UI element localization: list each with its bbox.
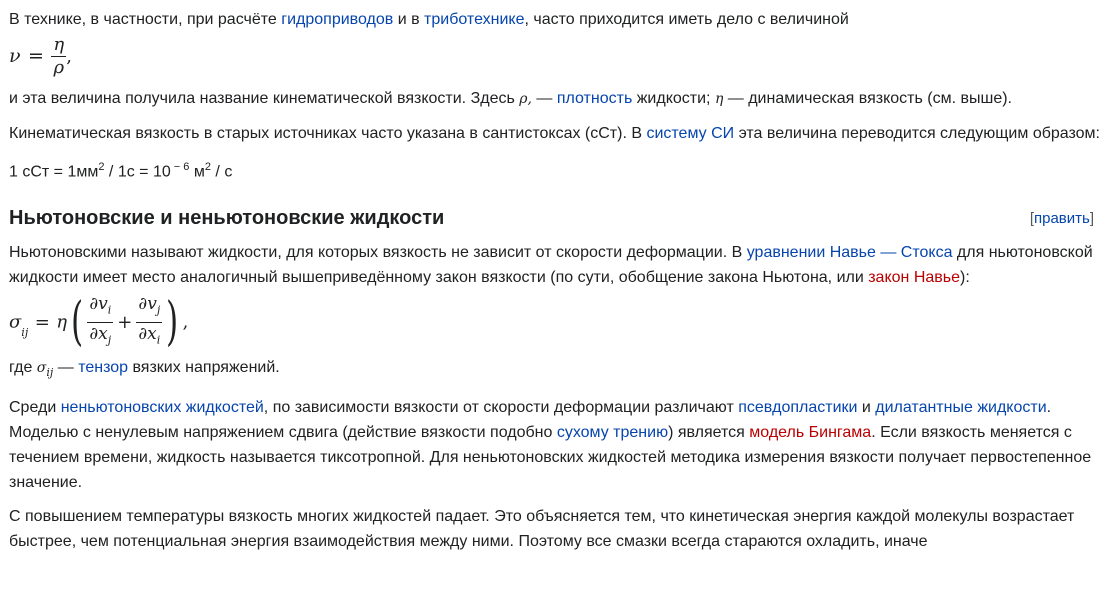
formula-fraction-2: ∂vj ∂xi: [136, 293, 163, 351]
formula-stress-tensor: σij = η( ∂vi ∂xj + ∂vj ∂xi ),: [9, 293, 1104, 353]
text: Ньютоновскими называют жидкости, для кот…: [9, 244, 747, 262]
numerator-sub: i: [107, 303, 112, 317]
link-tensor[interactable]: тензор: [78, 359, 128, 376]
text: эта величина переводится следующим образ…: [734, 125, 1100, 142]
fraction-numerator: η: [53, 34, 65, 55]
link-bingham-model[interactable]: модель Бингама: [749, 424, 871, 441]
edit-bracket-close: ]: [1089, 210, 1094, 228]
formula-equals: =: [34, 311, 50, 333]
article-content: В технике, в частности, при расчёте гидр…: [0, 0, 1113, 554]
text: / 1c = 10: [104, 163, 171, 181]
link-hydraulic-drives[interactable]: гидроприводов: [281, 11, 393, 28]
edit-link[interactable]: править: [1034, 210, 1090, 227]
numerator-text: ∂v: [89, 294, 108, 315]
paragraph-newtonian: Ньютоновскими называют жидкости, для кот…: [9, 240, 1104, 290]
fraction-numerator: ∂vj: [136, 293, 162, 321]
link-density[interactable]: плотность: [557, 90, 632, 107]
text: Кинематическая вязкость в старых источни…: [9, 125, 647, 142]
section-heading: Ньютоновские и неньютоновские жидкости […: [9, 204, 1104, 244]
paragraph-intro: В технике, в частности, при расчёте гидр…: [9, 0, 1104, 32]
paragraph-tensor: где σij — тензор вязких напряжений.: [9, 355, 1104, 385]
formula-right-paren: ): [166, 292, 179, 353]
text: жидкости;: [632, 90, 715, 107]
fraction-numerator: ∂vi: [87, 293, 113, 321]
link-non-newtonian-fluids[interactable]: неньютоновских жидкостей: [61, 399, 264, 416]
text: / c: [210, 163, 233, 181]
section-title: Ньютоновские и неньютоновские жидкости: [9, 207, 445, 230]
text: м: [189, 163, 205, 181]
denominator-sub: j: [107, 333, 112, 347]
formula-kinematic-viscosity: ν = η ρ ,: [9, 34, 1104, 82]
formula-fraction: η ρ: [51, 34, 67, 79]
denominator-sub: i: [156, 333, 161, 347]
link-navier-stokes[interactable]: уравнении Навье — Стокса: [747, 244, 953, 261]
text: Среди: [9, 398, 61, 416]
text: где: [9, 359, 37, 377]
paragraph-temperature: С повышением температуры вязкость многих…: [9, 504, 1104, 554]
fraction-denominator: ∂xi: [136, 323, 162, 351]
text: —: [53, 359, 79, 377]
text: , по зависимости вязкости от скорости де…: [263, 398, 739, 416]
text: —: [531, 90, 557, 107]
paragraph-non-newtonian: Среди неньютоновских жидкостей, по завис…: [9, 395, 1104, 495]
link-navier-law[interactable]: закон Навье: [868, 269, 960, 286]
text: и эта величина получила название кинемат…: [9, 90, 520, 107]
text: ) является: [668, 423, 750, 441]
formula-equals: =: [28, 45, 44, 67]
text: 1 сСт = 1мм: [9, 163, 99, 181]
math-sigma: σ: [36, 360, 47, 377]
superscript: − 6: [170, 161, 190, 173]
paragraph-centistokes: Кинематическая вязкость в старых источни…: [9, 121, 1104, 146]
formula-nu: ν: [9, 45, 21, 67]
formula-plus: +: [117, 311, 133, 333]
formula-left-paren: (: [71, 292, 84, 353]
text: В технике, в частности, при расчёте: [9, 11, 282, 28]
fraction-denominator: ρ: [53, 57, 65, 78]
text: — динамическая вязкость (см. выше).: [723, 90, 1012, 107]
formula-comma: ,: [182, 311, 189, 333]
math-rho: ρ,: [519, 91, 532, 107]
numerator-sub: j: [156, 303, 161, 317]
text: , часто приходится иметь дело с величино…: [524, 11, 849, 28]
formula-fraction-1: ∂vi ∂xj: [87, 293, 114, 351]
numerator-text: ∂v: [138, 294, 157, 315]
formula-sigma: σ: [9, 311, 22, 333]
text: вязких напряжений.: [128, 359, 280, 377]
denominator-text: ∂x: [89, 323, 108, 344]
text: и в: [393, 11, 425, 28]
section-edit: [править]: [1030, 206, 1094, 231]
link-dilatant-fluids[interactable]: дилатантные жидкости: [875, 399, 1046, 416]
paragraph-conversion: 1 сСт = 1мм2 / 1c = 10 − 6 м2 / c: [9, 155, 1104, 184]
text: С повышением температуры вязкость многих…: [9, 507, 1075, 550]
link-tribotechnics[interactable]: триботехнике: [424, 11, 524, 28]
formula-comma: ,: [66, 46, 72, 67]
link-pseudoplastics[interactable]: псевдопластики: [738, 399, 857, 416]
formula-sigma-sub: ij: [21, 326, 29, 340]
denominator-text: ∂x: [138, 323, 157, 344]
link-si-system[interactable]: систему СИ: [646, 125, 734, 142]
formula-eta: η: [56, 311, 68, 333]
fraction-denominator: ∂xj: [87, 323, 113, 351]
text: и: [857, 398, 876, 416]
link-dry-friction[interactable]: сухому трению: [557, 424, 668, 441]
paragraph-kinematic-definition: и эта величина получила название кинемат…: [9, 86, 1104, 112]
text: ):: [960, 269, 970, 287]
